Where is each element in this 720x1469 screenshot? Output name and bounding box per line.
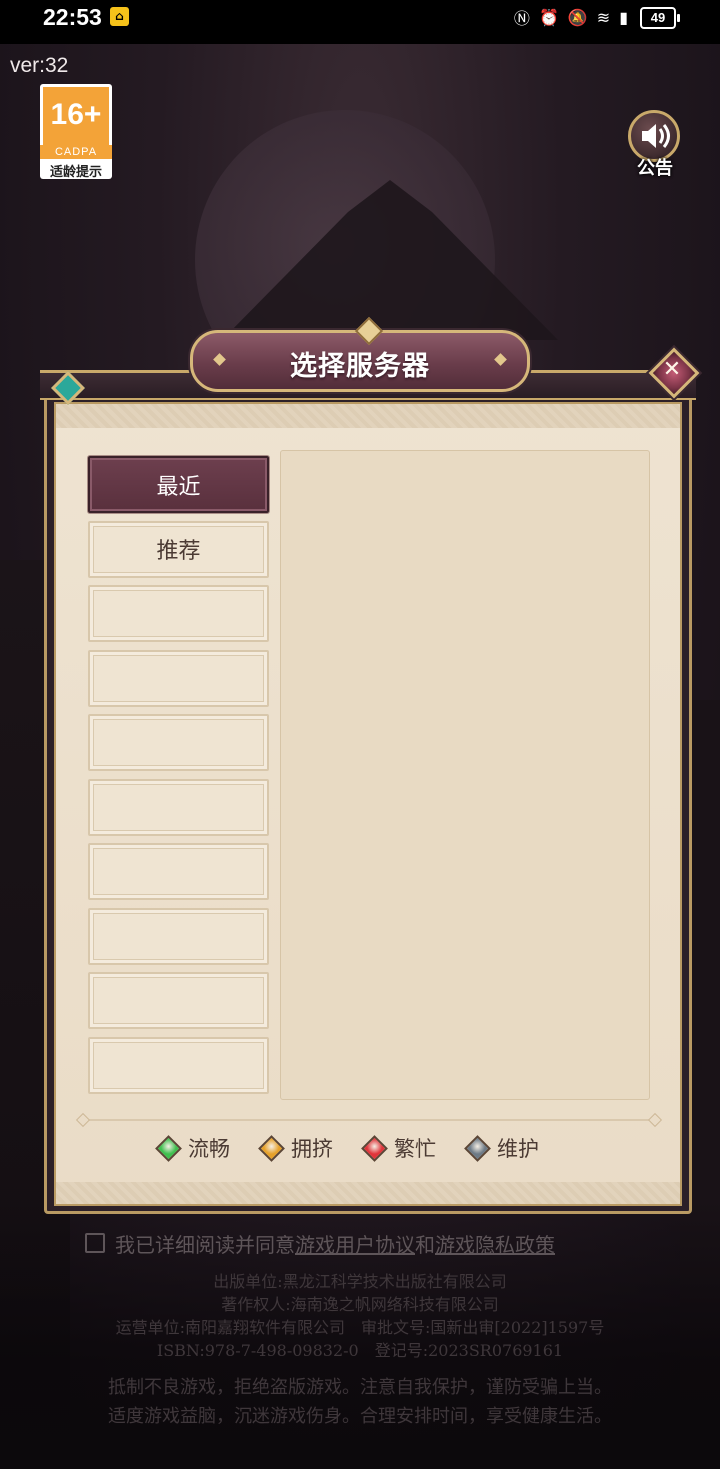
notice-button[interactable]: 公告 — [626, 110, 684, 180]
nfc-icon: Ⓝ — [513, 9, 530, 28]
age-rating-org: CADPA — [40, 145, 112, 159]
legend-item-2: 繁忙 — [361, 1133, 436, 1163]
server-tab-4[interactable] — [88, 714, 269, 771]
server-tab-7[interactable] — [88, 907, 269, 965]
agreement-row: 我已详细阅读并同意 游戏用户协议 和 游戏隐私政策 — [85, 1229, 555, 1257]
agreement-checkbox[interactable] — [85, 1233, 105, 1253]
battery-icon: 49 — [640, 7, 680, 29]
agreement-prefix: 我已详细阅读并同意 — [115, 1232, 295, 1257]
legend-divider — [84, 1119, 654, 1121]
age-rating-hint: 适龄提示 — [49, 165, 102, 180]
status-gem-icon — [361, 1134, 388, 1162]
legend-item-1: 拥挤 — [258, 1133, 333, 1163]
server-tab-0[interactable]: 最近 — [88, 456, 269, 513]
legend-item-0: 流畅 — [155, 1133, 230, 1163]
operator-info: 运营单位:南阳嘉翔软件有限公司 审批文号:国新出审[2022]1597号 — [115, 1318, 605, 1337]
age-rating-badge[interactable]: 16+ CADPA 适龄提示 — [40, 84, 112, 180]
server-tab-8[interactable] — [88, 972, 269, 1029]
system-icons: Ⓝ ⏰ 🔕 ≋ ▮ — [513, 6, 628, 29]
age-rating-value: 16+ — [50, 98, 102, 131]
isbn-info: ISBN:978-7-498-09832-0 登记号:2023SR0769161 — [156, 1341, 564, 1360]
legend-label: 拥挤 — [291, 1137, 333, 1161]
server-list-area[interactable] — [280, 450, 650, 1100]
status-time: 22:53 — [43, 4, 102, 30]
status-legend: 流畅 拥挤 繁忙 维护 — [155, 1131, 615, 1165]
server-category-tabs: 最近 推荐 — [88, 456, 269, 1101]
server-tab-label: 最近 — [156, 474, 201, 500]
panel-top-strip — [56, 404, 680, 428]
user-agreement-link[interactable]: 游戏用户协议 — [295, 1229, 415, 1258]
status-gem-icon — [464, 1134, 491, 1162]
panel-title: 选择服务器 — [290, 351, 430, 382]
status-gem-icon — [258, 1134, 285, 1162]
agreement-conj: 和 — [415, 1232, 435, 1257]
status-bar: 22:53 ⌂ Ⓝ ⏰ 🔕 ≋ ▮ 49 — [0, 0, 720, 44]
legend-item-3: 维护 — [464, 1133, 539, 1163]
mute-icon: 🔕 — [567, 7, 588, 27]
server-tab-1[interactable]: 推荐 — [88, 520, 269, 578]
legend-label: 维护 — [497, 1137, 539, 1161]
close-icon: ✕ — [662, 357, 682, 382]
publisher-info: 出版单位:黑龙江科学技术出版社有限公司 — [213, 1272, 507, 1291]
alarm-icon: ⏰ — [538, 7, 559, 27]
panel-bottom-strip — [56, 1182, 680, 1204]
server-tab-3[interactable] — [88, 649, 269, 707]
version-label: ver:32 — [10, 54, 69, 77]
legend-label: 流畅 — [188, 1137, 230, 1161]
health-tip-2: 适度游戏益脑，沉迷游戏伤身。合理安排时间，享受健康生活。 — [108, 1406, 612, 1427]
notice-label: 公告 — [637, 158, 673, 179]
app-notification-icon: ⌂ — [110, 7, 129, 26]
server-tab-9[interactable] — [88, 1036, 269, 1094]
server-tab-2[interactable] — [88, 585, 269, 642]
signal-icon: ▮ — [619, 7, 628, 27]
close-button[interactable]: ✕ — [648, 347, 700, 399]
health-tip-1: 抵制不良游戏，拒绝盗版游戏。注意自我保护，谨防受骗上当。 — [108, 1377, 612, 1398]
server-tab-label: 推荐 — [156, 539, 201, 564]
legend-label: 繁忙 — [394, 1137, 436, 1161]
server-tab-6[interactable] — [88, 843, 269, 900]
privacy-policy-link[interactable]: 游戏隐私政策 — [435, 1229, 555, 1258]
server-tab-5[interactable] — [88, 778, 269, 836]
status-gem-icon — [155, 1134, 182, 1162]
wifi-icon: ≋ — [596, 7, 611, 27]
copyright-info: 著作权人:海南逸之帆网络科技有限公司 — [221, 1295, 499, 1314]
